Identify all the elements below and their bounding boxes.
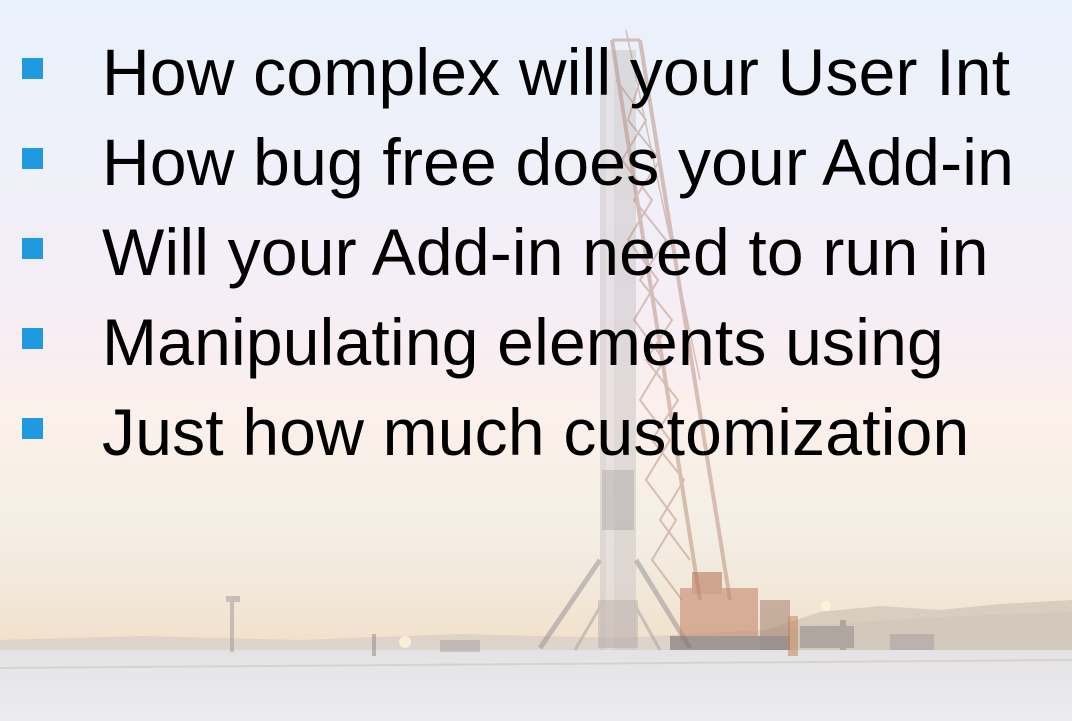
square-bullet-icon (22, 58, 43, 79)
bullet-item: Just how much customization (0, 395, 1072, 488)
bullet-text: Just how much customization (102, 395, 970, 469)
bullet-item: Will your Add-in need to run in (0, 215, 1072, 308)
square-bullet-icon (22, 328, 43, 349)
square-bullet-icon (22, 418, 43, 439)
bullet-text: How complex will your User Int (102, 35, 1011, 109)
bullet-item: Manipulating elements using (0, 305, 1072, 398)
bullet-text: How bug free does your Add-in (102, 125, 1015, 199)
bullet-list: How complex will your User Int How bug f… (0, 35, 1072, 488)
square-bullet-icon (22, 238, 43, 259)
bullet-text: Manipulating elements using (102, 305, 944, 379)
bullet-item: How complex will your User Int (0, 35, 1072, 128)
bullet-item: How bug free does your Add-in (0, 125, 1072, 218)
bullet-text: Will your Add-in need to run in (102, 215, 989, 289)
square-bullet-icon (22, 148, 43, 169)
presentation-slide: How complex will your User Int How bug f… (0, 0, 1072, 721)
